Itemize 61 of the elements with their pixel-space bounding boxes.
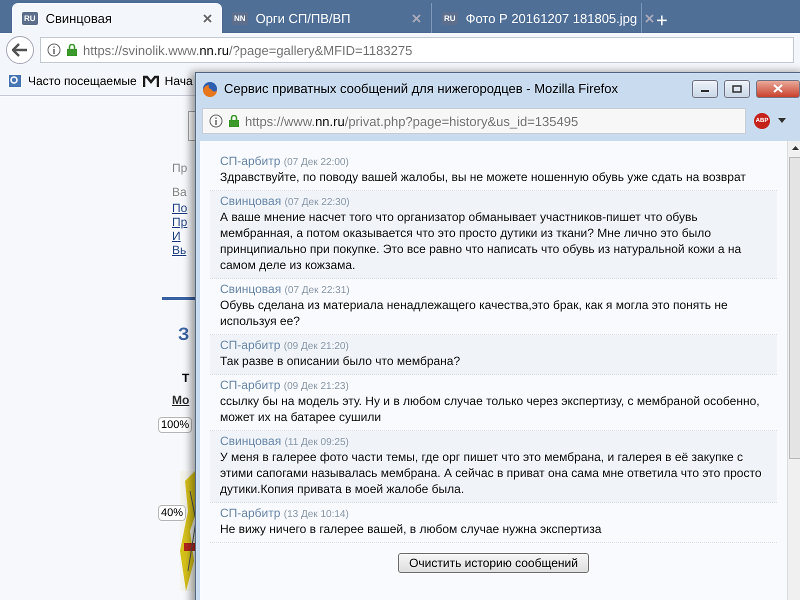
maximize-button[interactable] bbox=[724, 80, 750, 98]
minimize-button[interactable] bbox=[692, 80, 718, 98]
window-title: Сервис приватных сообщений для нижегородцев - Mozilla Firefox bbox=[224, 81, 620, 96]
site-icon: RU bbox=[22, 12, 38, 24]
back-arrow-icon bbox=[12, 43, 28, 57]
page-text: З bbox=[178, 324, 190, 345]
message-text: Так разве в описании было что мембрана? bbox=[220, 353, 462, 369]
page-text: Ва bbox=[172, 185, 187, 199]
new-tab-button[interactable]: + bbox=[642, 10, 682, 33]
close-icon[interactable] bbox=[203, 14, 212, 22]
link[interactable]: Мо bbox=[172, 393, 190, 407]
maximize-icon bbox=[732, 84, 742, 92]
message-time: (07 Дек 22:00) bbox=[284, 157, 349, 168]
back-button[interactable] bbox=[6, 36, 34, 64]
bookmark-link[interactable]: Часто посещаемые bbox=[28, 74, 137, 88]
message-time: (11 Дек 09:25) bbox=[284, 437, 349, 448]
message-author: СП-арбитр bbox=[220, 338, 280, 352]
close-icon bbox=[773, 84, 783, 93]
message-text: А ваше мнение насчет того что организатор обманывает участников-пишет что обувь мембранная, а потом оказывается что это просто дутики из ткани? Мне лично это было принципиально при покупке. Это все равно что написать что обувь из натуральной кожи а на самом деле из кожзама. bbox=[220, 209, 742, 273]
message-author: СП-арбитр bbox=[220, 506, 280, 520]
link[interactable]: Вь bbox=[172, 243, 186, 257]
link[interactable]: По bbox=[172, 201, 188, 215]
message-author: СП-арбитр bbox=[220, 154, 280, 168]
message-time: (07 Дек 22:30) bbox=[284, 197, 350, 208]
dropdown-icon[interactable] bbox=[778, 118, 786, 124]
message-time: (07 Дек 22:31) bbox=[284, 285, 350, 296]
scrollbar[interactable] bbox=[787, 141, 800, 600]
message-author: Свинцовая bbox=[220, 282, 282, 296]
message-time: (13 Дек 10:14) bbox=[284, 509, 349, 520]
clear-history-button[interactable]: Очистить историю сообщений bbox=[398, 553, 589, 573]
address-field[interactable]: https://www.nn.ru/privat.php?page=history&us_id=135495 bbox=[202, 108, 746, 134]
close-button[interactable] bbox=[756, 80, 800, 98]
address-field[interactable]: https://svinolik.www.nn.ru/?page=gallery&MFID=1183275 bbox=[40, 37, 794, 63]
message-text: Здравствуйте, по поводу вашей жалобы, вы не можете ношенную обувь уже сдать на возврат bbox=[220, 169, 747, 185]
site-icon: NN bbox=[232, 12, 248, 24]
site-logo-icon bbox=[142, 75, 159, 87]
message-text: У меня в галерее фото части темы, где орг пишет что это мембрана, и галерея в её закупке с этими сапогами называлась мембрана. А сейчас в приват она сама мне ответила что это просто дутики.Копия привата в моей жалобе была. bbox=[220, 449, 762, 497]
browser-logo-icon bbox=[202, 80, 218, 96]
page-text: Т bbox=[182, 371, 190, 385]
message-time: (09 Дек 21:23) bbox=[284, 381, 349, 392]
message-text: ссылку бы на модель эту. Ну и в любом случае только через экспертизу, с мембраной особенно, может их на батарее сушили bbox=[220, 393, 761, 425]
message-text: Обувь сделана из материала ненадлежащего качества,это брак, как я могла это понять не используя ее? bbox=[220, 297, 729, 329]
info-icon[interactable] bbox=[209, 114, 223, 128]
message-author: СП-арбитр bbox=[220, 378, 280, 392]
message-author: Свинцовая bbox=[220, 194, 282, 208]
message-text: Не вижу ничего в галерее вашей, в любом случае нужна экспертиза bbox=[220, 521, 602, 537]
lock-icon bbox=[67, 44, 77, 56]
page-text: Пр bbox=[172, 161, 188, 175]
lock-icon bbox=[229, 115, 239, 127]
browser-tab[interactable]: RU Свинцовая bbox=[12, 3, 222, 33]
info-icon[interactable] bbox=[47, 43, 61, 57]
link[interactable]: Пр bbox=[172, 215, 188, 229]
site-icon: RU bbox=[442, 12, 458, 24]
link[interactable]: И bbox=[172, 229, 181, 243]
scroll-up-icon[interactable] bbox=[792, 146, 798, 150]
message-time: (09 Дек 21:20) bbox=[284, 341, 349, 352]
bookmark-icon bbox=[8, 74, 22, 88]
zoom-label: 40% bbox=[158, 505, 186, 521]
bookmark-link[interactable]: Нача bbox=[164, 74, 193, 88]
message-author: Свинцовая bbox=[220, 434, 282, 448]
zoom-label: 100% bbox=[158, 417, 192, 433]
